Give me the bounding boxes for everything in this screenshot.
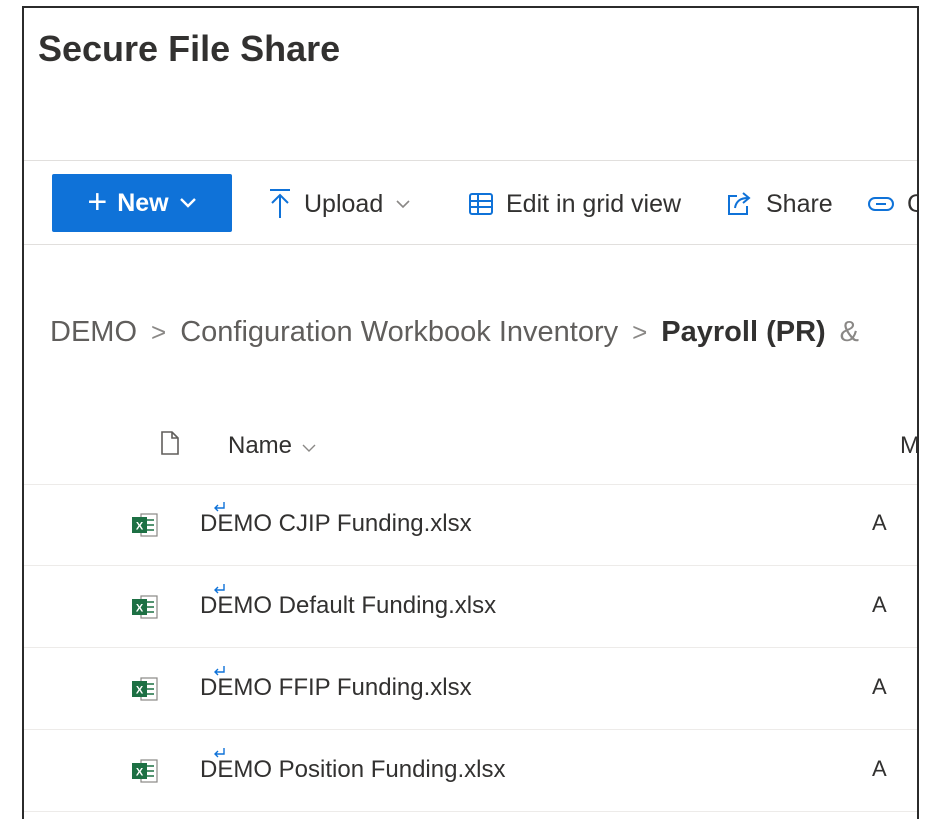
file-name[interactable]: DEMO CJIP Funding.xlsx	[200, 510, 472, 538]
svg-text:X: X	[136, 685, 144, 697]
share-icon	[726, 191, 754, 217]
breadcrumb: DEMO > Configuration Workbook Inventory …	[50, 316, 859, 349]
copy-link-button[interactable]: C	[867, 179, 917, 229]
file-modified: A	[872, 674, 887, 699]
edit-grid-view-button[interactable]: Edit in grid view	[468, 179, 681, 229]
breadcrumb-overflow: &	[839, 316, 860, 348]
share-button[interactable]: Share	[726, 179, 833, 229]
chevron-down-icon	[302, 432, 316, 460]
svg-text:X: X	[136, 521, 144, 533]
share-label: Share	[766, 189, 833, 218]
upload-label: Upload	[304, 189, 384, 218]
file-name[interactable]: DEMO Default Funding.xlsx	[200, 592, 496, 620]
copy-link-label: C	[907, 190, 917, 219]
grid-icon	[468, 192, 494, 216]
edit-grid-view-label: Edit in grid view	[506, 189, 682, 218]
svg-text:X: X	[136, 767, 144, 779]
link-icon	[867, 195, 895, 213]
new-button-label: New	[117, 188, 169, 217]
breadcrumb-current: Payroll (PR)	[661, 316, 826, 348]
file-type-header-icon[interactable]	[160, 430, 180, 461]
name-column-label: Name	[228, 432, 293, 459]
name-column-header[interactable]: Name	[228, 432, 316, 460]
app-frame: Secure File Share + New Upload Edit in g…	[22, 6, 919, 819]
excel-icon: X	[130, 512, 160, 543]
plus-icon: +	[87, 182, 108, 221]
excel-icon: X	[130, 758, 160, 789]
page-title: Secure File Share	[38, 28, 341, 69]
excel-icon: X	[130, 594, 160, 625]
chevron-down-icon	[179, 197, 197, 209]
file-modified: A	[872, 592, 887, 617]
file-row[interactable]: X DEMO CJIP Funding.xlsx A	[24, 484, 917, 566]
breadcrumb-item-demo[interactable]: DEMO	[50, 316, 137, 349]
chevron-right-icon: >	[151, 317, 167, 347]
excel-icon: X	[130, 676, 160, 707]
chevron-right-icon: >	[632, 317, 648, 347]
modified-column-header[interactable]: M	[900, 432, 917, 460]
svg-text:X: X	[136, 603, 144, 615]
file-name[interactable]: DEMO FFIP Funding.xlsx	[200, 674, 472, 702]
breadcrumb-item-inventory[interactable]: Configuration Workbook Inventory	[180, 316, 618, 349]
list-header: Name M	[24, 412, 917, 485]
file-row[interactable]: X DEMO Default Funding.xlsx A	[24, 566, 917, 648]
new-button[interactable]: + New	[52, 174, 232, 232]
file-modified: A	[872, 510, 887, 535]
upload-icon	[268, 188, 292, 220]
file-row[interactable]: X DEMO Position Funding.xlsx A	[24, 730, 917, 812]
file-name[interactable]: DEMO Position Funding.xlsx	[200, 756, 505, 784]
file-modified: A	[872, 756, 887, 781]
command-bar: + New Upload Edit in grid view Share	[24, 160, 917, 245]
file-row[interactable]: X DEMO FFIP Funding.xlsx A	[24, 648, 917, 730]
upload-button[interactable]: Upload	[268, 179, 411, 229]
chevron-down-icon	[395, 199, 411, 209]
